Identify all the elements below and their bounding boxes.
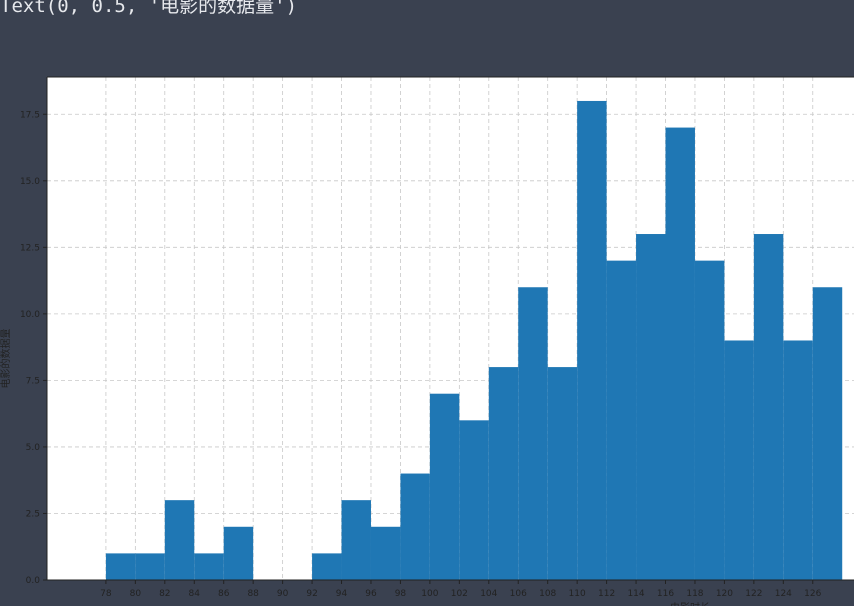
- x-tick-label: 92: [306, 589, 317, 599]
- histogram-svg: 78 80 82 84 86 88 90 92 94 96 98 100 102 104 106 108 110…: [0, 76, 854, 606]
- histogram-bar: [665, 127, 695, 581]
- y-tick-label: 17.5: [20, 110, 40, 120]
- y-tick-label: 5.0: [26, 443, 41, 453]
- y-tick-label: 0.0: [26, 576, 41, 586]
- y-tick-label: 12.5: [20, 243, 40, 253]
- x-tick-label: 78: [100, 589, 112, 599]
- x-tick-label: 102: [451, 589, 468, 599]
- x-tick-label: 98: [395, 589, 407, 599]
- x-tick-label: 90: [277, 589, 289, 599]
- histogram-bar: [429, 393, 460, 580]
- x-tick-label: 120: [716, 589, 733, 599]
- y-tick-label: 10.0: [20, 310, 40, 320]
- histogram-bar: [606, 260, 637, 580]
- x-axis-label: 电影时长: [670, 601, 710, 606]
- x-tick-label: 112: [598, 589, 615, 599]
- histogram-bar: [577, 100, 607, 580]
- histogram-bar: [341, 500, 371, 580]
- x-tick-label: 116: [657, 589, 674, 599]
- x-tick-label: 100: [421, 589, 438, 599]
- y-axis-label: 电影的数据量: [0, 329, 12, 389]
- x-tick-label: 84: [189, 589, 201, 599]
- x-tick-label: 106: [510, 589, 527, 599]
- histogram-bar: [164, 500, 195, 580]
- x-tick-label: 124: [775, 589, 792, 599]
- x-tick-label: 122: [745, 589, 762, 599]
- histogram-bar: [459, 420, 489, 580]
- histogram-bar: [547, 367, 578, 580]
- y-tick-label: 15.0: [20, 177, 40, 187]
- histogram-bar: [812, 287, 843, 580]
- x-tick-label: 108: [539, 589, 556, 599]
- x-tick-label: 126: [804, 589, 821, 599]
- histogram-bar: [518, 287, 548, 580]
- histogram-bar: [105, 553, 136, 580]
- histogram-bar: [223, 526, 254, 580]
- x-tick-label: 118: [686, 589, 703, 599]
- histogram-bar: [400, 473, 430, 580]
- x-tick-label: 104: [480, 589, 497, 599]
- histogram-bar: [636, 234, 666, 580]
- histogram-bar: [753, 234, 784, 580]
- x-tick-label: 80: [130, 589, 142, 599]
- x-tick-label: 86: [218, 589, 230, 599]
- histogram-bar: [370, 526, 401, 580]
- histogram-bar: [694, 260, 725, 580]
- histogram-bar: [488, 367, 519, 580]
- histogram-plot: 78 80 82 84 86 88 90 92 94 96 98 100 102 104 106 108 110…: [0, 0, 854, 606]
- x-tick-label: 88: [247, 589, 259, 599]
- histogram-bar: [783, 340, 813, 580]
- y-tick-label: 7.5: [26, 376, 40, 386]
- histogram-bar: [135, 553, 165, 580]
- histogram-bar: [312, 553, 342, 580]
- x-tick-label: 82: [159, 589, 170, 599]
- x-tick-label: 94: [336, 589, 348, 599]
- histogram-bar: [194, 553, 224, 580]
- x-tick-label: 114: [627, 589, 644, 599]
- x-tick-label: 110: [569, 589, 586, 599]
- histogram-bar: [724, 340, 754, 580]
- y-tick-label: 2.5: [26, 509, 40, 519]
- x-tick-label: 96: [365, 589, 377, 599]
